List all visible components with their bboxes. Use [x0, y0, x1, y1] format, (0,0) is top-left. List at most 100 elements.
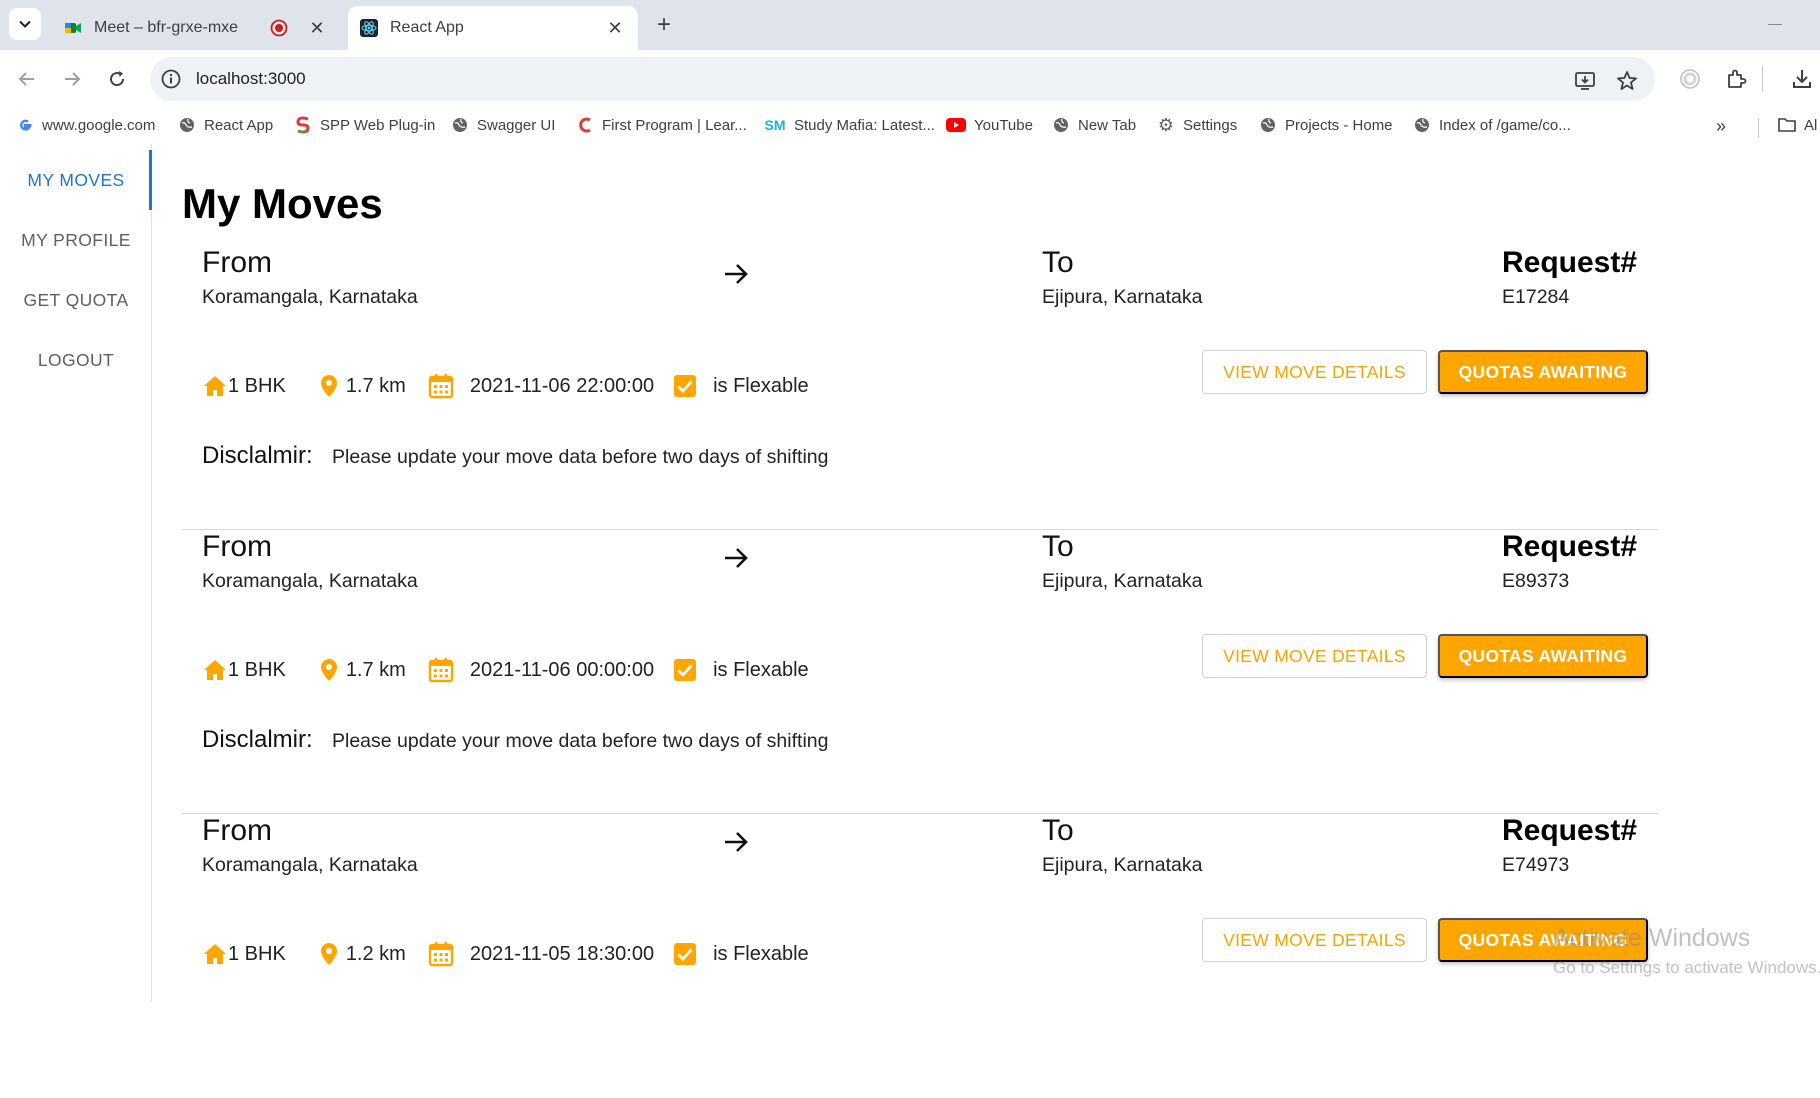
bookmark-label: Study Mafia: Latest... [794, 116, 935, 134]
move-stats: 1 BHK 1.7 km 2021-11-06 00:00:00 is Flex… [202, 655, 809, 685]
reload-button[interactable] [100, 62, 134, 96]
toolbar-divider [1762, 66, 1763, 92]
calendar-icon [428, 942, 454, 967]
checkbox-checked-icon[interactable] [672, 941, 698, 967]
tab-title: React App [390, 19, 464, 36]
star-icon[interactable] [1615, 69, 1639, 93]
to-label: To [1042, 814, 1074, 847]
quotas-awaiting-button[interactable]: QUOTAS AWAITING [1438, 350, 1648, 394]
bookmark-label: YouTube [974, 116, 1033, 134]
distance: 1.2 km [345, 942, 406, 965]
request-id: E89373 [1502, 570, 1570, 592]
windows-activation-subtitle: Go to Settings to activate Windows. [1553, 958, 1820, 977]
sidebar-item-logout[interactable]: LOGOUT [0, 330, 152, 390]
globe-icon [178, 116, 196, 134]
c-icon [576, 116, 594, 134]
flexible-label: is Flexable [713, 374, 809, 397]
site-info-icon[interactable] [160, 68, 182, 90]
request-label: Request# [1502, 246, 1638, 279]
to-location: Ejipura, Karnataka [1042, 570, 1203, 592]
sidebar-item-my-moves[interactable]: MY MOVES [0, 150, 152, 210]
bookmark-youtube[interactable]: YouTube [946, 116, 1033, 134]
to-location: Ejipura, Karnataka [1042, 286, 1203, 308]
bookmark-settings[interactable]: ⚙ Settings [1157, 114, 1237, 135]
extensions-icon[interactable] [1724, 67, 1748, 91]
address-bar[interactable]: localhost:3000 [150, 57, 1655, 101]
recording-icon [270, 19, 288, 37]
install-app-icon[interactable] [1573, 69, 1597, 93]
bookmark-label: Index of /game/co... [1439, 116, 1571, 134]
quotas-awaiting-button[interactable]: QUOTAS AWAITING [1438, 634, 1648, 678]
tab-meet[interactable]: Meet – bfr-grxe-mxe ✕ [52, 6, 340, 50]
url-text: localhost:3000 [196, 69, 306, 88]
bookmark-all-folder[interactable]: Al [1778, 116, 1817, 134]
move-stats: 1 BHK 1.7 km 2021-11-06 22:00:00 is Flex… [202, 371, 809, 401]
browser-tab-bar: Meet – bfr-grxe-mxe ✕ React App ✕ + [0, 0, 1820, 50]
arrow-left-icon [18, 72, 34, 86]
to-label: To [1042, 530, 1074, 563]
disclaimer-text: Please update your move data before two … [332, 446, 829, 468]
bookmark-new-tab[interactable]: New Tab [1052, 116, 1136, 134]
arrow-right-icon [725, 264, 748, 284]
bookmarks-overflow-button[interactable]: » [1716, 116, 1726, 137]
location-pin-icon [320, 659, 337, 681]
window-minimize-icon[interactable] [1768, 24, 1782, 25]
bookmark-google[interactable]: www.google.com [16, 116, 155, 134]
from-label: From [202, 814, 272, 847]
move-card: From Koramangala, Karnataka To Ejipura, … [182, 530, 1658, 814]
sidebar-item-get-quota[interactable]: GET QUOTA [0, 270, 152, 330]
globe-icon [1413, 116, 1431, 134]
request-id: E74973 [1502, 854, 1570, 876]
bookmark-label: First Program | Lear... [602, 116, 747, 134]
forward-button[interactable] [55, 62, 89, 96]
arrow-right-icon [725, 832, 748, 852]
checkbox-checked-icon[interactable] [672, 373, 698, 399]
gear-icon: ⚙ [1157, 114, 1175, 135]
google-icon [16, 116, 34, 134]
house-size: 1 BHK [228, 942, 286, 965]
move-card: From Koramangala, Karnataka To Ejipura, … [182, 814, 1658, 1098]
bookmark-projects-home[interactable]: Projects - Home [1259, 116, 1393, 134]
disclaimer-label: Disclalmir: [202, 726, 313, 753]
windows-activation-watermark: Activate Windows [1553, 924, 1751, 952]
request-label: Request# [1502, 530, 1638, 563]
google-meet-icon [65, 23, 81, 33]
checkbox-checked-icon[interactable] [672, 657, 698, 683]
location-pin-icon [320, 943, 337, 965]
move-stats: 1 BHK 1.2 km 2021-11-05 18:30:00 is Flex… [202, 939, 809, 969]
bookmark-label: New Tab [1078, 116, 1137, 134]
sidebar-item-my-profile[interactable]: MY PROFILE [0, 210, 152, 270]
move-datetime: 2021-11-06 22:00:00 [469, 374, 655, 397]
bookmark-label: Al [1804, 116, 1818, 134]
home-icon [204, 944, 226, 964]
close-icon[interactable]: ✕ [604, 17, 626, 39]
bookmark-react-app[interactable]: React App [178, 116, 273, 134]
tab-react-app[interactable]: React App ✕ [348, 6, 638, 50]
view-move-details-button[interactable]: VIEW MOVE DETAILS [1202, 350, 1427, 394]
request-id: E17284 [1502, 286, 1570, 308]
location-pin-icon [320, 375, 337, 397]
globe-icon [1052, 116, 1070, 134]
new-tab-button[interactable]: + [650, 11, 678, 39]
tab-search-button[interactable] [9, 8, 41, 40]
youtube-icon [946, 116, 966, 134]
download-icon[interactable] [1790, 67, 1814, 91]
bookmarks-divider [1758, 118, 1759, 138]
home-icon [204, 376, 226, 396]
bookmark-study-mafia[interactable]: SM Study Mafia: Latest... [764, 116, 935, 134]
close-icon[interactable]: ✕ [306, 17, 328, 39]
back-button[interactable] [10, 62, 44, 96]
to-location: Ejipura, Karnataka [1042, 854, 1203, 876]
app-root: MY MOVES MY PROFILE GET QUOTA LOGOUT My … [0, 144, 1820, 1002]
view-move-details-button[interactable]: VIEW MOVE DETAILS [1202, 918, 1427, 962]
disclaimer-label: Disclalmir: [202, 442, 313, 469]
tab-title: Meet – bfr-grxe-mxe [94, 19, 239, 36]
to-label: To [1042, 246, 1074, 279]
view-move-details-button[interactable]: VIEW MOVE DETAILS [1202, 634, 1427, 678]
bookmark-first-program[interactable]: First Program | Lear... [576, 116, 747, 134]
bookmark-spp[interactable]: SPP Web Plug-in [294, 116, 435, 134]
bookmark-index-game[interactable]: Index of /game/co... [1413, 116, 1571, 134]
sidebar: MY MOVES MY PROFILE GET QUOTA LOGOUT [0, 144, 152, 1002]
bookmark-swagger[interactable]: Swagger UI [451, 116, 555, 134]
extension-loading-icon[interactable] [1678, 67, 1702, 91]
